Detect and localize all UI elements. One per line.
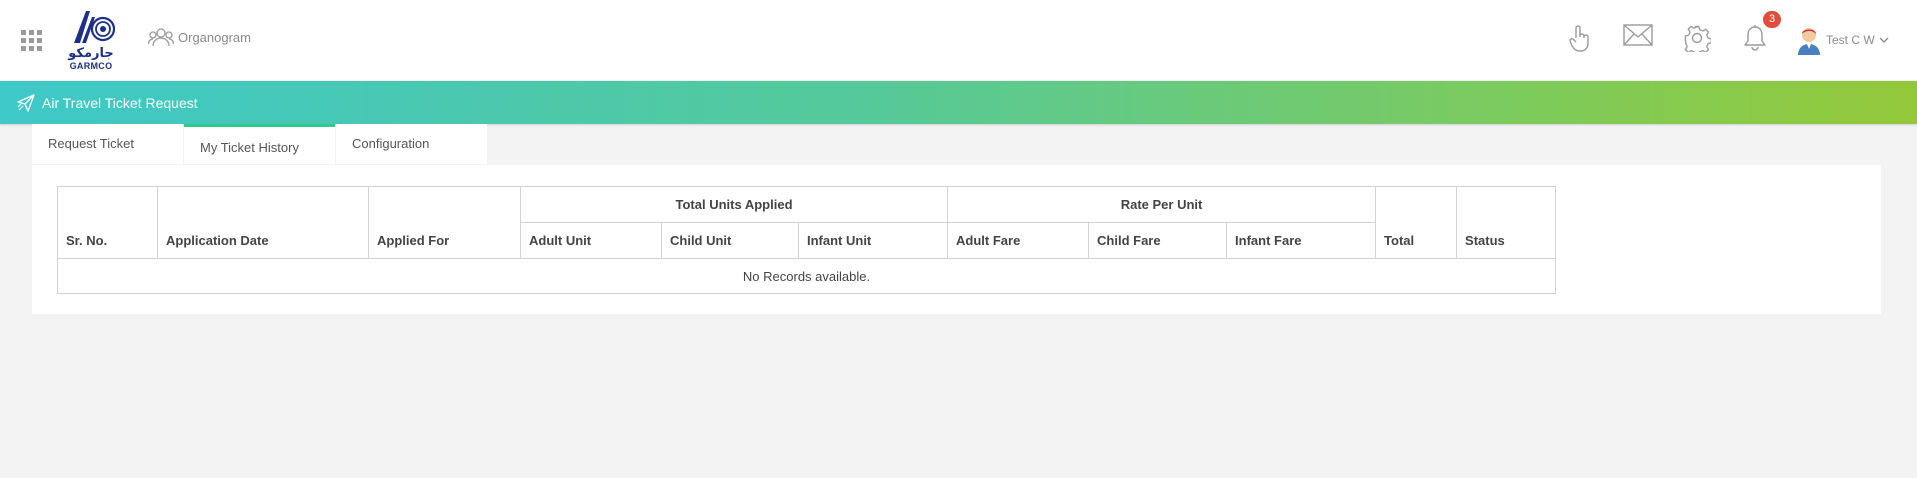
tab-label: Request Ticket bbox=[48, 136, 134, 151]
col-applied-for: Applied For bbox=[368, 186, 521, 259]
page-title: Air Travel Ticket Request bbox=[17, 81, 198, 124]
organogram-label: Organogram bbox=[178, 29, 251, 45]
users-icon bbox=[148, 28, 174, 47]
tab-my-ticket-history[interactable]: My Ticket History bbox=[184, 124, 335, 164]
paper-plane-icon bbox=[17, 93, 35, 112]
group-total-units-applied: Total Units Applied bbox=[519, 186, 949, 223]
tab-configuration[interactable]: Configuration bbox=[336, 124, 487, 164]
logo-name: GARMCO bbox=[69, 61, 113, 71]
ticket-history-panel: Sr. No. Application Date Applied For Tot… bbox=[32, 165, 1881, 314]
col-child-fare: Child Fare bbox=[1088, 222, 1228, 259]
gear-icon[interactable] bbox=[1680, 24, 1714, 54]
organogram-link[interactable]: Organogram bbox=[148, 27, 251, 47]
tab-label: Configuration bbox=[352, 136, 430, 151]
col-adult-fare: Adult Fare bbox=[947, 222, 1090, 259]
col-infant-unit: Infant Unit bbox=[797, 222, 949, 259]
page-title-band: Air Travel Ticket Request bbox=[0, 81, 1917, 124]
col-sr-no: Sr. No. bbox=[57, 186, 158, 259]
top-header: جارمكو GARMCO Organogram 3 Test C W bbox=[0, 0, 1917, 80]
col-application-date: Application Date bbox=[157, 186, 369, 259]
user-menu[interactable]: Test C W bbox=[1796, 24, 1889, 56]
page-title-text: Air Travel Ticket Request bbox=[42, 94, 198, 111]
col-infant-fare: Infant Fare bbox=[1226, 222, 1377, 259]
mail-icon[interactable] bbox=[1621, 24, 1655, 54]
empty-message: No Records available. bbox=[56, 258, 1557, 294]
grid-icon[interactable] bbox=[21, 30, 43, 52]
user-name: Test C W bbox=[1826, 33, 1875, 47]
ticket-history-table: Sr. No. Application Date Applied For Tot… bbox=[56, 186, 1557, 294]
logo-arabic-text: جارمكو bbox=[67, 46, 114, 61]
chevron-down-icon bbox=[1879, 37, 1889, 43]
col-status: Status bbox=[1456, 186, 1557, 259]
notification-badge: 3 bbox=[1763, 11, 1781, 28]
tab-label: My Ticket History bbox=[200, 140, 299, 155]
group-rate-per-unit: Rate Per Unit bbox=[947, 186, 1377, 223]
col-total: Total bbox=[1375, 186, 1458, 259]
bell-icon[interactable] bbox=[1738, 24, 1772, 54]
company-logo[interactable]: جارمكو GARMCO bbox=[66, 7, 116, 73]
col-adult-unit: Adult Unit bbox=[520, 222, 662, 259]
touch-icon[interactable] bbox=[1563, 24, 1597, 54]
col-child-unit: Child Unit bbox=[661, 222, 799, 259]
tab-request-ticket[interactable]: Request Ticket bbox=[32, 124, 183, 164]
table-row: No Records available. bbox=[56, 258, 1557, 294]
avatar bbox=[1798, 28, 1820, 55]
